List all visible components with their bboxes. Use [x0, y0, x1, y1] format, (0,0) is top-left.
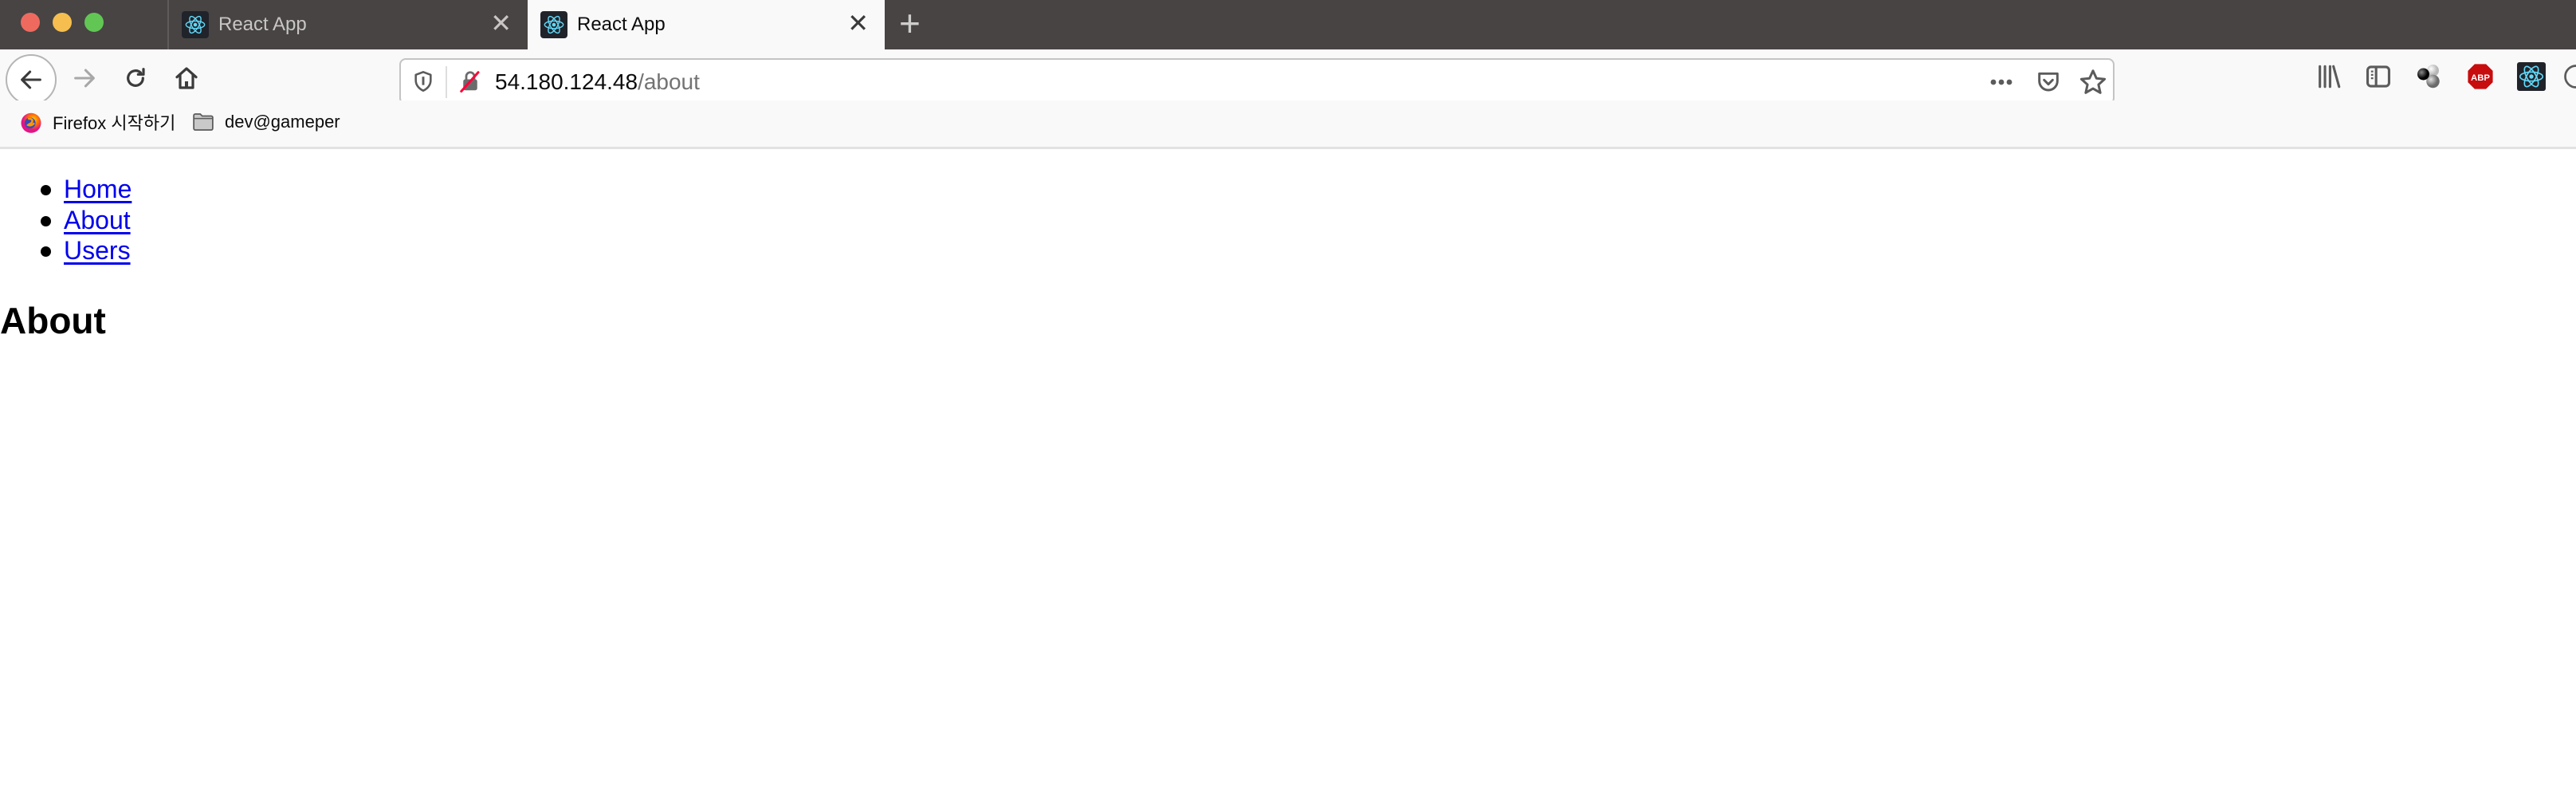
back-button[interactable] [6, 54, 57, 105]
window-minimize-button[interactable] [53, 13, 72, 32]
bookmark-folder-dev-gameper[interactable]: dev@gameper [191, 110, 340, 134]
home-button[interactable] [169, 61, 204, 96]
react-devtools-icon[interactable] [2517, 62, 2546, 91]
bookmark-star-icon[interactable] [2079, 68, 2107, 96]
tracking-protection-shield-icon[interactable] [412, 70, 434, 92]
nav-link-home[interactable]: Home [64, 175, 132, 203]
bookmark-label: Firefox 시작하기 [53, 113, 176, 133]
tab-strip: React App ✕ React App ✕ + [0, 0, 2576, 49]
forward-button[interactable] [67, 61, 102, 96]
tab-react-app-2[interactable]: React App ✕ [528, 0, 885, 49]
nav-item-about: About [0, 205, 132, 236]
library-icon[interactable] [2315, 62, 2343, 91]
folder-icon [193, 113, 214, 131]
svg-text:ABP: ABP [2471, 73, 2490, 83]
adblock-plus-icon[interactable]: ABP [2466, 62, 2495, 91]
nav-link-about[interactable]: About [64, 206, 131, 234]
back-arrow-icon [21, 70, 41, 89]
url-path: /about [638, 69, 700, 94]
window-maximize-button[interactable] [84, 13, 104, 32]
bookmarks-toolbar: Firefox 시작하기 dev@gameper [0, 100, 2576, 149]
tab-title: React App [577, 14, 666, 35]
close-tab-icon[interactable]: ✕ [847, 9, 869, 37]
nav-link-users[interactable]: Users [64, 236, 131, 265]
list-bullet [41, 185, 51, 195]
nav-links: Home About Users [0, 174, 132, 266]
page-heading: About [0, 300, 106, 341]
url-text[interactable]: 54.180.124.48/about [495, 69, 700, 95]
nav-item-home: Home [0, 174, 132, 205]
overflow-icon[interactable] [2562, 62, 2576, 91]
pocket-icon[interactable] [2036, 69, 2061, 95]
close-tab-icon[interactable]: ✕ [490, 9, 512, 37]
list-bullet [41, 246, 51, 257]
sidebar-icon[interactable] [2364, 62, 2393, 91]
reload-button[interactable] [118, 61, 153, 96]
bookmark-firefox-start[interactable]: Firefox 시작하기 [19, 110, 175, 134]
address-bar[interactable]: 54.180.124.48/about [399, 58, 2115, 104]
forward-arrow-icon [74, 69, 95, 88]
address-bar-divider [446, 66, 447, 98]
tab-react-app-1[interactable]: React App ✕ [169, 0, 528, 49]
insecure-lock-icon[interactable] [458, 69, 482, 93]
list-bullet [41, 215, 51, 226]
new-tab-button[interactable]: + [899, 5, 921, 41]
navigation-toolbar: 54.180.124.48/about ABP [0, 49, 2576, 105]
page-actions-menu-icon[interactable] [1989, 71, 2013, 93]
molecule-extension-icon[interactable] [2415, 62, 2444, 91]
window-close-button[interactable] [21, 13, 40, 32]
react-icon [182, 11, 209, 38]
nav-item-users: Users [0, 235, 132, 266]
react-icon [540, 11, 567, 38]
url-host: 54.180.124.48 [495, 69, 638, 94]
reload-icon [127, 68, 145, 87]
firefox-icon [21, 112, 41, 133]
tab-title: React App [218, 14, 307, 35]
home-icon [175, 67, 198, 89]
bookmark-label: dev@gameper [225, 112, 340, 132]
page-content: Home About Users About [0, 149, 2576, 791]
